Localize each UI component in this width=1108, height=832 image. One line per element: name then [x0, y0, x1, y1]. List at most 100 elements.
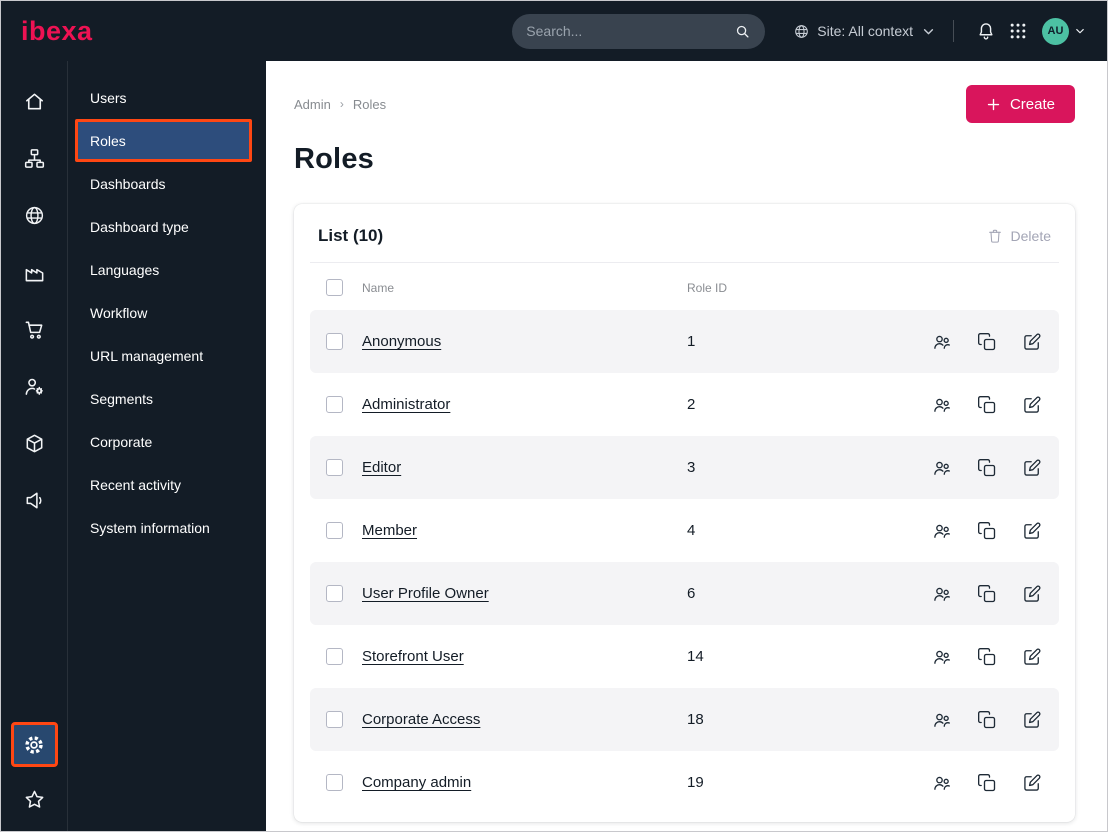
row-checkbox[interactable] [326, 774, 343, 791]
topbar-divider [953, 20, 954, 42]
breadcrumb-admin[interactable]: Admin [294, 97, 331, 112]
assign-users-button[interactable] [931, 457, 953, 479]
role-name-link[interactable]: Editor [362, 459, 687, 476]
apps-grid-icon [1010, 23, 1026, 39]
role-name-link[interactable]: Member [362, 522, 687, 539]
edit-button[interactable] [1021, 457, 1043, 479]
select-all-checkbox[interactable] [326, 279, 343, 296]
rail-home-button[interactable] [14, 81, 54, 121]
role-name-link[interactable]: Administrator [362, 396, 687, 413]
sidebar-item-dashboards[interactable]: Dashboards [68, 162, 266, 205]
edit-button[interactable] [1021, 331, 1043, 353]
apps-grid-button[interactable] [1002, 15, 1034, 47]
copy-button[interactable] [976, 709, 998, 731]
sidebar-item-url-management[interactable]: URL management [68, 334, 266, 377]
assign-users-icon [934, 335, 950, 349]
list-title: List (10) [318, 226, 384, 245]
assign-users-button[interactable] [931, 772, 953, 794]
rail-production-button[interactable] [14, 252, 54, 292]
rail-site-button[interactable] [14, 195, 54, 235]
sidebar-item-dashboard-type[interactable]: Dashboard type [68, 205, 266, 248]
assign-users-button[interactable] [931, 520, 953, 542]
copy-button[interactable] [976, 583, 998, 605]
row-checkbox[interactable] [326, 396, 343, 413]
copy-button[interactable] [976, 394, 998, 416]
copy-icon [978, 458, 996, 476]
table-row: Anonymous 1 [310, 310, 1059, 373]
rail-catalog-button[interactable] [14, 423, 54, 463]
assign-users-button[interactable] [931, 331, 953, 353]
sidebar-item-roles[interactable]: Roles [75, 119, 252, 162]
rail-marketing-button[interactable] [14, 480, 54, 520]
user-menu[interactable]: AU [1042, 17, 1087, 45]
row-actions [913, 709, 1043, 731]
global-search-input[interactable]: Search... [512, 13, 766, 49]
sidebar-item-corporate[interactable]: Corporate [68, 420, 266, 463]
globe-icon [795, 24, 809, 38]
sidebar-item-segments[interactable]: Segments [68, 377, 266, 420]
copy-button[interactable] [976, 331, 998, 353]
rail-admin-button[interactable] [10, 722, 58, 767]
sidebar-item-recent-activity[interactable]: Recent activity [68, 463, 266, 506]
role-name-link[interactable]: Storefront User [362, 648, 687, 665]
icon-rail [1, 61, 68, 831]
row-checkbox[interactable] [326, 585, 343, 602]
create-button[interactable]: Create [965, 85, 1075, 123]
role-name-link[interactable]: Corporate Access [362, 711, 687, 728]
row-checkbox[interactable] [326, 333, 343, 350]
table-header-row: Name Role ID [310, 263, 1059, 310]
row-checkbox[interactable] [326, 648, 343, 665]
breadcrumb: Admin › Roles [294, 97, 386, 112]
list-card-header: List (10) Delete [310, 220, 1059, 263]
copy-button[interactable] [976, 772, 998, 794]
edit-button[interactable] [1021, 520, 1043, 542]
sidebar-item-workflow[interactable]: Workflow [68, 291, 266, 334]
edit-button[interactable] [1021, 709, 1043, 731]
settings-gear-icon [25, 735, 43, 754]
role-name-link[interactable]: Anonymous [362, 333, 687, 350]
edit-icon [1024, 522, 1041, 539]
plus-icon [987, 98, 1000, 110]
edit-button[interactable] [1021, 772, 1043, 794]
edit-button[interactable] [1021, 583, 1043, 605]
row-actions [913, 394, 1043, 416]
role-name-link[interactable]: User Profile Owner [362, 585, 687, 602]
table-row: Member 4 [310, 499, 1059, 562]
user-settings-icon [25, 378, 43, 395]
rail-customers-button[interactable] [14, 366, 54, 406]
copy-icon [978, 710, 996, 728]
edit-icon [1024, 711, 1041, 728]
row-checkbox[interactable] [326, 711, 343, 728]
edit-button[interactable] [1021, 646, 1043, 668]
app-window: ibexa Search... Site: All context AU Use… [0, 0, 1108, 832]
role-name-link[interactable]: Company admin [362, 774, 687, 791]
row-checkbox[interactable] [326, 522, 343, 539]
copy-button[interactable] [976, 520, 998, 542]
table-row: Corporate Access 18 [310, 688, 1059, 751]
topbar-right: Site: All context AU [793, 15, 1087, 47]
assign-users-button[interactable] [931, 583, 953, 605]
assign-users-icon [934, 587, 950, 601]
delete-button[interactable]: Delete [987, 228, 1051, 244]
topbar: ibexa Search... Site: All context AU [1, 1, 1107, 61]
sidebar-item-users[interactable]: Users [68, 76, 266, 119]
notifications-button[interactable] [970, 15, 1002, 47]
rail-bookmarks-button[interactable] [14, 781, 54, 817]
rail-commerce-button[interactable] [14, 309, 54, 349]
sidebar-item-languages[interactable]: Languages [68, 248, 266, 291]
assign-users-button[interactable] [931, 709, 953, 731]
assign-users-button[interactable] [931, 646, 953, 668]
ibexa-logo[interactable]: ibexa [21, 17, 93, 45]
table-row: Editor 3 [310, 436, 1059, 499]
rail-content-tree-button[interactable] [14, 138, 54, 178]
site-context-selector[interactable]: Site: All context [793, 23, 937, 40]
copy-button[interactable] [976, 457, 998, 479]
main-content: Admin › Roles Create Roles List (10) Del… [266, 61, 1107, 831]
row-checkbox[interactable] [326, 459, 343, 476]
sidebar-item-system-information[interactable]: System information [68, 506, 266, 549]
edit-button[interactable] [1021, 394, 1043, 416]
package-icon [26, 434, 42, 452]
copy-button[interactable] [976, 646, 998, 668]
row-actions [913, 520, 1043, 542]
assign-users-button[interactable] [931, 394, 953, 416]
